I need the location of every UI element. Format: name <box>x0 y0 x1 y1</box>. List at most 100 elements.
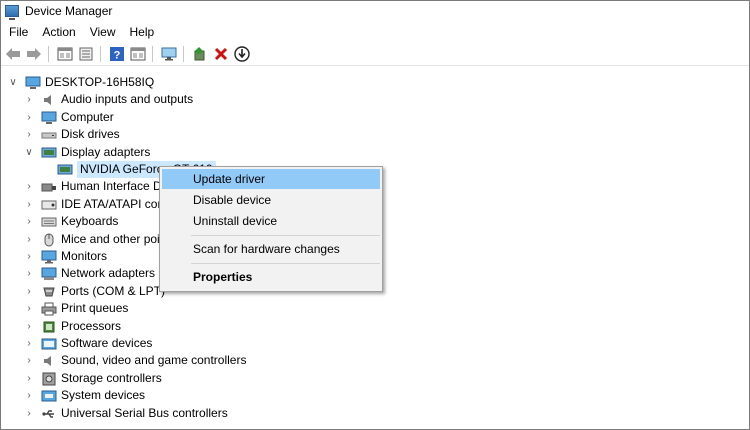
tree-category-label: Display adapters <box>61 145 151 159</box>
expand-chevron-icon[interactable]: › <box>23 91 35 108</box>
toolbar-separator <box>152 46 153 62</box>
uninstall-x-icon[interactable] <box>212 45 230 63</box>
mouse-icon <box>41 233 57 247</box>
tree-category[interactable]: › IDE ATA/ATAPI cont <box>23 196 167 213</box>
tree-category-label: Audio inputs and outputs <box>61 92 194 106</box>
expand-chevron-icon[interactable]: › <box>23 248 35 265</box>
expand-chevron-icon[interactable]: › <box>23 126 35 143</box>
keyboard-icon <box>41 215 57 229</box>
menu-help[interactable]: Help <box>123 25 162 39</box>
tree-category-label: Sound, video and game controllers <box>61 353 247 367</box>
toolbar-separator <box>48 46 49 62</box>
tree-category[interactable]: › Print queues <box>23 300 128 317</box>
tree-root-label: DESKTOP-16H58IQ <box>45 75 155 89</box>
tree-category-label: Computer <box>61 110 114 124</box>
processor-icon <box>41 320 57 334</box>
tree-category-label: System devices <box>61 388 146 402</box>
context-scan-hardware[interactable]: Scan for hardware changes <box>162 239 380 259</box>
tree-category-label: Keyboards <box>61 214 119 228</box>
menu-view[interactable]: View <box>83 25 123 39</box>
tree-category-label: Disk drives <box>61 127 120 141</box>
software-icon <box>41 337 57 351</box>
tree-category[interactable]: › Software devices <box>23 335 152 352</box>
expand-chevron-icon[interactable]: › <box>23 318 35 335</box>
help-icon[interactable]: ? <box>108 45 126 63</box>
disk-icon <box>41 128 57 142</box>
device-manager-app-icon <box>5 5 19 20</box>
menu-file[interactable]: File <box>1 25 35 39</box>
tree-category[interactable]: › Storage controllers <box>23 370 162 387</box>
expand-chevron-icon[interactable]: › <box>23 335 35 352</box>
ide-icon <box>41 198 57 212</box>
download-arrow-icon[interactable] <box>233 45 251 63</box>
tree-category[interactable]: › Audio inputs and outputs <box>23 91 193 108</box>
scan-monitor-icon[interactable] <box>160 45 178 63</box>
expand-chevron-icon[interactable]: › <box>23 231 35 248</box>
storage-icon <box>41 372 57 386</box>
tree-category[interactable]: › Processors <box>23 318 121 335</box>
properties-window-icon[interactable] <box>129 45 147 63</box>
window-title: Device Manager <box>25 4 113 18</box>
tree-category-label: Software devices <box>61 336 153 350</box>
tree-category[interactable]: › Monitors <box>23 248 107 265</box>
tree-category[interactable]: › Sound, video and game controllers <box>23 352 246 369</box>
expand-chevron-icon[interactable]: › <box>23 196 35 213</box>
expand-chevron-icon[interactable]: › <box>23 178 35 195</box>
context-separator <box>191 235 380 236</box>
tree-category[interactable]: › Human Interface D <box>23 178 162 195</box>
computer-icon <box>41 111 57 125</box>
context-uninstall-device[interactable]: Uninstall device <box>162 211 380 231</box>
speaker-icon <box>41 354 57 368</box>
tree-category-label: Human Interface D <box>61 179 162 193</box>
expand-chevron-icon[interactable]: › <box>23 283 35 300</box>
tree-category[interactable]: › System devices <box>23 387 145 404</box>
update-driver-icon[interactable] <box>191 45 209 63</box>
expand-chevron-icon[interactable]: › <box>23 352 35 369</box>
tree-category[interactable]: › Network adapters <box>23 265 155 282</box>
tree-category[interactable]: › Disk drives <box>23 126 120 143</box>
tree-category-label: Processors <box>61 319 122 333</box>
device-manager-window: Device Manager File Action View Help ? ∨… <box>0 0 750 430</box>
menu-action[interactable]: Action <box>35 25 82 39</box>
list-view-icon[interactable] <box>77 45 95 63</box>
tree-category-label: Network adapters <box>61 266 156 280</box>
tree-category[interactable]: › Computer <box>23 109 114 126</box>
toolbar-separator <box>183 46 184 62</box>
properties-window-icon[interactable] <box>56 45 74 63</box>
tree-category[interactable]: › Mice and other poi <box>23 231 160 248</box>
expand-chevron-icon[interactable]: › <box>23 405 35 422</box>
context-disable-device[interactable]: Disable device <box>162 190 380 210</box>
context-properties[interactable]: Properties <box>162 267 380 287</box>
expand-chevron-icon[interactable]: › <box>23 300 35 317</box>
collapse-chevron-icon[interactable]: ∨ <box>7 74 19 91</box>
expand-chevron-icon[interactable]: › <box>23 387 35 404</box>
back-arrow-icon[interactable] <box>4 45 22 63</box>
tree-category[interactable]: › Keyboards <box>23 213 118 230</box>
expand-chevron-icon[interactable]: › <box>23 370 35 387</box>
tree-category-label: Print queues <box>61 301 129 315</box>
usb-icon <box>41 407 57 421</box>
toolbar-separator <box>100 46 101 62</box>
monitor-icon <box>41 250 57 264</box>
tree-category-label: Ports (COM & LPT) <box>61 284 166 298</box>
tree-category[interactable]: ∨ Display adapters <box>23 144 150 161</box>
expand-chevron-icon[interactable]: › <box>23 265 35 282</box>
svg-text:?: ? <box>114 50 121 62</box>
port-icon <box>41 285 57 299</box>
expand-chevron-icon[interactable]: › <box>23 109 35 126</box>
system-icon <box>41 389 57 403</box>
tree-category[interactable]: › Ports (COM & LPT) <box>23 283 165 300</box>
collapse-chevron-icon[interactable]: ∨ <box>23 144 35 161</box>
tree-root[interactable]: ∨ DESKTOP-16H58IQ <box>7 74 154 91</box>
toolbar: ? <box>1 43 749 66</box>
printer-icon <box>41 302 57 316</box>
tree-category[interactable]: › Universal Serial Bus controllers <box>23 405 227 422</box>
menu-bar: File Action View Help <box>1 22 749 42</box>
tree-category-label: Monitors <box>61 249 108 263</box>
forward-arrow-icon[interactable] <box>25 45 43 63</box>
title-bar: Device Manager <box>1 1 749 21</box>
tree-category-label: Storage controllers <box>61 371 162 385</box>
expand-chevron-icon[interactable]: › <box>23 213 35 230</box>
context-update-driver[interactable]: Update driver <box>162 169 380 189</box>
